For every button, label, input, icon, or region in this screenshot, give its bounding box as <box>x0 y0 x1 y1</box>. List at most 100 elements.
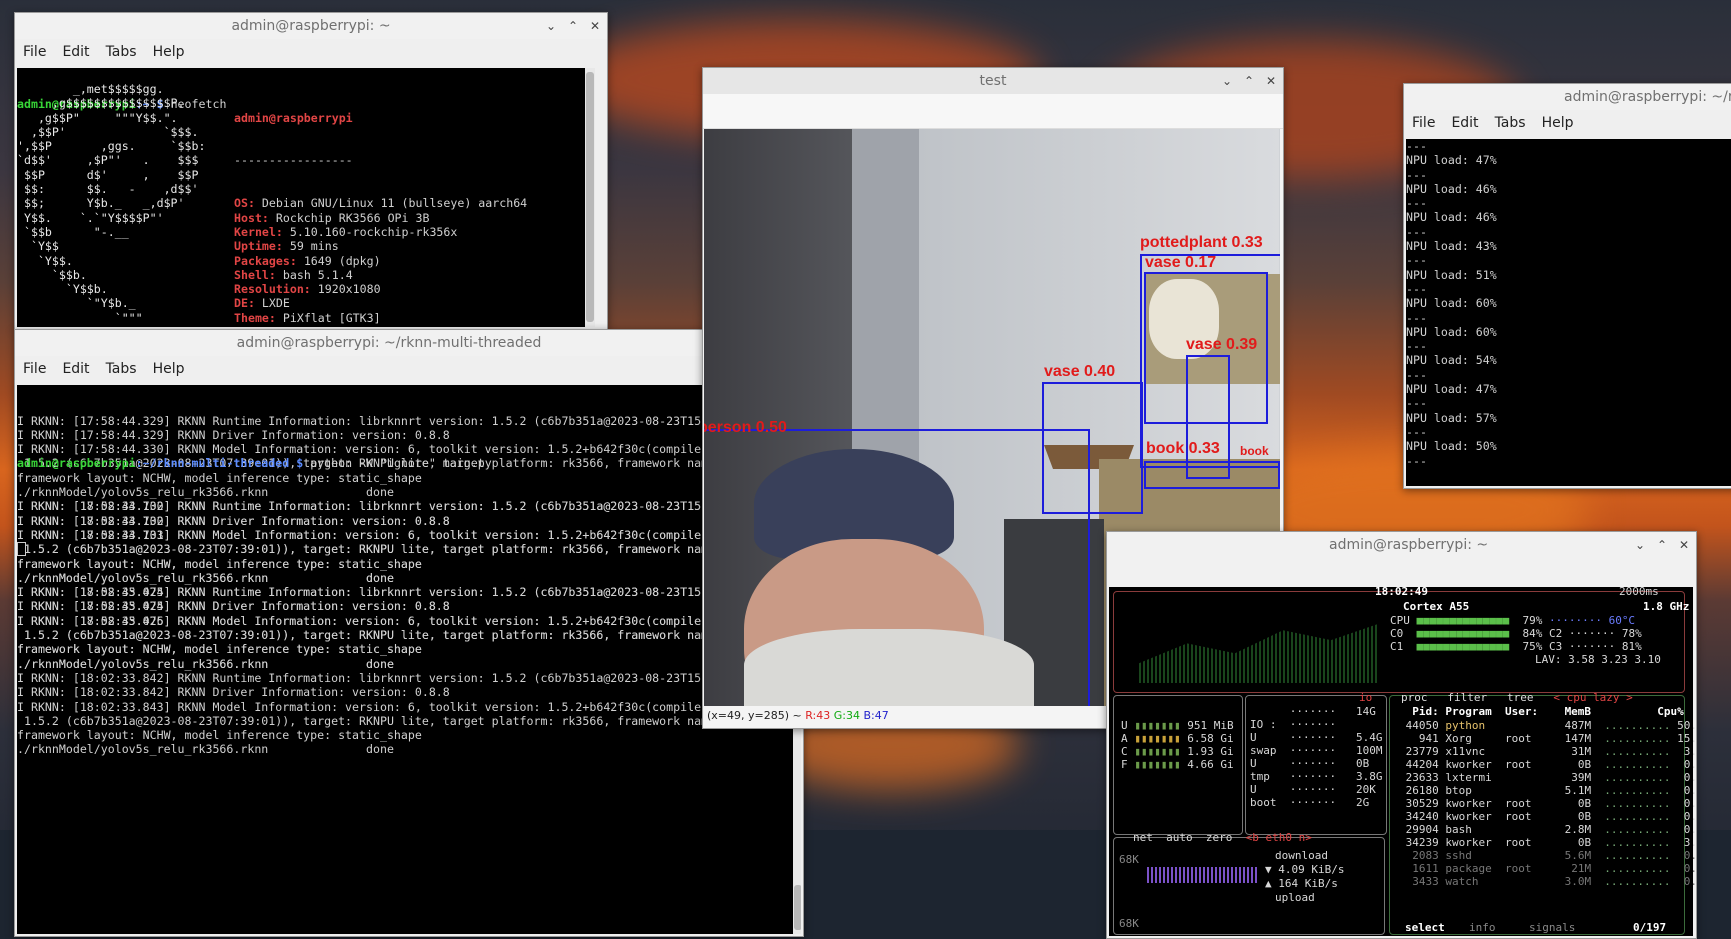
maximize-icon[interactable]: ⌃ <box>1243 68 1255 94</box>
menu-file[interactable]: File <box>23 361 46 377</box>
disk-io-toggle[interactable]: io <box>1359 691 1372 704</box>
proc-mem: 39M <box>1551 771 1598 784</box>
log-line: 1.5.2 (c6b7b351a@2023-08-23T07:39:01)), … <box>17 628 764 643</box>
disk-key: U <box>1250 757 1290 770</box>
select-hint[interactable]: select <box>1405 921 1445 934</box>
log-line: I RKNN: [18:02:33.100] RKNN Driver Infor… <box>17 513 450 528</box>
mem-value: 6.58 Gi <box>1180 732 1234 745</box>
minimize-icon[interactable]: ⌄ <box>1221 68 1233 94</box>
npu-load-line: NPU load: 57% <box>1406 410 1497 425</box>
log-line: I RKNN: [18:02:33.424] RKNN Driver Infor… <box>17 599 450 614</box>
disk-bar: ······· <box>1289 770 1356 783</box>
logo-line: $$; Y$b._ _,d$P' <box>17 196 185 211</box>
download-graph <box>1147 867 1257 883</box>
cpu-freq: 1.8 GHz <box>1643 600 1690 613</box>
info-value: 1649 (dpkg) <box>303 253 381 268</box>
window-titlebar[interactable]: admin@raspberrypi: ~/rknn-multi-threaded <box>15 330 803 356</box>
npu-load-terminal-window: admin@raspberrypi: ~/rknn File Edit Tabs… <box>1403 83 1731 489</box>
menu-bar: File Edit Tabs Help <box>15 356 803 381</box>
menu-tabs[interactable]: Tabs <box>106 44 137 60</box>
mem-row: C ▮▮▮▮▮▮▮ 1.93 Gi <box>1121 745 1234 758</box>
cpu-label: C1 <box>1390 640 1417 653</box>
proc-mem: 0B <box>1551 758 1598 771</box>
menu-bar: File Edit Tabs Help <box>1404 110 1731 135</box>
logo-line: ,g$$$$$$$$$$$$$$$P. <box>17 96 185 111</box>
detection-box-person <box>704 429 1090 706</box>
cpu-row: CPU ■■■■■■■■■■■■■■ 79% ········ 60°C <box>1390 614 1642 627</box>
proc-mem: 0B <box>1551 810 1598 823</box>
info-key: Host: <box>234 210 276 225</box>
net-tab: <b eth0 n> <box>1245 831 1326 844</box>
maximize-icon[interactable]: ⌃ <box>1656 532 1668 558</box>
logo-line: `"Y$b._ <box>17 296 136 311</box>
cpu-label: C2 ······· <box>1542 627 1616 640</box>
info-row: Kernel: 5.10.160-rockchip-rk356x <box>234 225 527 239</box>
menu-tabs[interactable]: Tabs <box>1495 115 1526 131</box>
proc-list: 44050 python 487M .......... 50.3 941 Xo… <box>1399 719 1697 888</box>
menu-edit[interactable]: Edit <box>62 44 89 60</box>
log-line: ./rknnModel/yolov5s_relu_rk3566.rknn don… <box>17 742 394 757</box>
menu-file[interactable]: File <box>1412 115 1435 131</box>
mem-key: A <box>1121 732 1135 745</box>
menu-edit[interactable]: Edit <box>1451 115 1478 131</box>
log-block-1: I RKNN: [17:58:44.329] RKNN Runtime Info… <box>17 414 801 671</box>
logo-line: `d$$' ,$P"' . $$$ <box>17 153 199 168</box>
info-key: Uptime: <box>234 239 290 254</box>
mem-row: F ▮▮▮▮▮▮▮ 4.66 Gi <box>1121 758 1234 771</box>
window-titlebar[interactable]: admin@raspberrypi: ~/rknn <box>1404 84 1731 110</box>
logo-line: $$: $$. - ,d$$' <box>17 182 199 197</box>
mem-row: A ▮▮▮▮▮▮▮ 6.58 Gi <box>1121 732 1234 745</box>
maximize-icon[interactable]: ⌃ <box>567 13 579 39</box>
mem-key: C <box>1121 745 1135 758</box>
info-value: bash 5.1.4 <box>282 267 353 282</box>
terminal-output[interactable]: I RKNN: [17:58:44.329] RKNN Runtime Info… <box>17 385 801 934</box>
proc-mem: 31M <box>1551 745 1598 758</box>
refresh-interval[interactable]: 2000ms <box>1619 585 1659 598</box>
proc-mem: 147M <box>1551 732 1598 745</box>
toolbar-area <box>703 94 1283 129</box>
proc-cpu: 0.0 <box>1683 862 1697 875</box>
scrollbar[interactable] <box>585 68 595 327</box>
close-icon[interactable]: ✕ <box>589 13 601 39</box>
proc-program: kworker <box>1445 836 1505 849</box>
signals-hint[interactable]: signals <box>1529 921 1575 934</box>
proc-row: 44050 python 487M .......... 50.3 <box>1399 719 1696 732</box>
cpu-core-list: CPU ■■■■■■■■■■■■■■ 79% ········ 60°C C0 ■… <box>1390 614 1642 653</box>
window-title: admin@raspberrypi: ~ <box>231 18 391 34</box>
proc-user <box>1505 823 1551 836</box>
disk-row: ······· 14G <box>1250 705 1382 718</box>
menu-edit[interactable]: Edit <box>62 361 89 377</box>
net-tabs[interactable]: net auto zero <b eth0 n> <box>1133 831 1325 844</box>
window-titlebar[interactable]: test ⌄ ⌃ ✕ <box>703 68 1283 94</box>
menu-help[interactable]: Help <box>1542 115 1574 131</box>
minimize-icon[interactable]: ⌄ <box>545 13 557 39</box>
proc-row: 3433 watch 3.0M .......... 0.6 <box>1399 875 1696 888</box>
menu-help[interactable]: Help <box>153 361 185 377</box>
log-line: I RKNN: [18:02:33.842] RKNN Runtime Info… <box>17 670 750 685</box>
cpu-bar: ■■■■■■■■■■■■■■ <box>1416 627 1510 640</box>
window-titlebar[interactable]: admin@raspberrypi: ~ ⌄ ⌃ ✕ <box>15 13 607 39</box>
terminal-output[interactable]: admin@raspberrypi:~ $ neofetch _,met$$$$… <box>17 68 595 327</box>
info-key: Shell: <box>234 267 283 282</box>
proc-cpu: 15.0 <box>1677 732 1697 745</box>
window-titlebar[interactable]: admin@raspberrypi: ~ ⌄ ⌃ ✕ <box>1107 532 1696 558</box>
close-icon[interactable]: ✕ <box>1265 68 1277 94</box>
minimize-icon[interactable]: ⌄ <box>1634 532 1646 558</box>
info-hint[interactable]: info <box>1469 921 1496 934</box>
menu-help[interactable]: Help <box>153 44 185 60</box>
disk-key: IO : <box>1250 718 1290 731</box>
cpu-label: C0 <box>1390 627 1417 640</box>
close-icon[interactable]: ✕ <box>1678 532 1690 558</box>
proc-user <box>1505 745 1551 758</box>
btop-screen[interactable]: 18:02:49 2000ms Cortex A55 1.8 GHz CPU ■… <box>1109 585 1696 936</box>
disk-bar: ······· <box>1289 783 1356 796</box>
terminal-output[interactable]: --- NPU load: 47% --- NPU load: 46% --- NPU l… <box>1406 139 1731 486</box>
menu-file[interactable]: File <box>23 44 46 60</box>
detection-label: book <box>1240 444 1269 458</box>
neofetch-terminal-window: admin@raspberrypi: ~ ⌄ ⌃ ✕ File Edit Tabs … <box>14 12 608 330</box>
proc-tabs[interactable]: proc filter tree < cpu lazy > <box>1401 691 1653 704</box>
menu-tabs[interactable]: Tabs <box>106 361 137 377</box>
cpu-name: Cortex A55 <box>1403 600 1470 613</box>
disk-list: ······· 14G IO : ······· U ······· 5.4G sw… <box>1250 705 1382 809</box>
disk-bar: ······· <box>1289 757 1356 770</box>
